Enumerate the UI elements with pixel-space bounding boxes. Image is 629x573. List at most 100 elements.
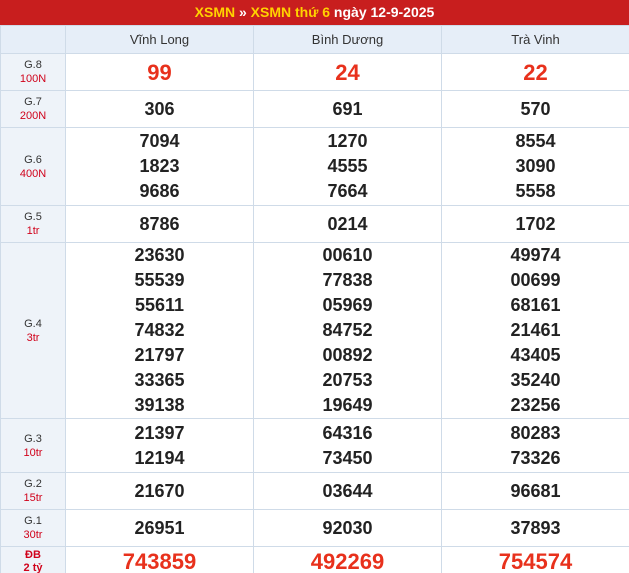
prize-row-g3: G.3 10tr 21397 12194 64316 73450 80283 73326 xyxy=(0,418,629,473)
prize-amount: 10tr xyxy=(23,446,43,459)
winning-number: 55611 xyxy=(134,295,185,315)
winning-number: 73450 xyxy=(322,447,373,468)
winning-number: 743859 xyxy=(122,549,197,573)
prize-cell-g1-1: 92030 xyxy=(253,509,442,547)
winning-number: 92030 xyxy=(322,517,373,538)
prize-label-g7: G.7 200N xyxy=(0,90,66,128)
prize-label-db: ĐB 2 tỷ xyxy=(0,546,66,573)
xsmn-link[interactable]: XSMN xyxy=(195,4,235,20)
winning-number: 00610 xyxy=(322,245,373,265)
prize-name: G.1 xyxy=(24,515,42,527)
winning-number: 20753 xyxy=(322,370,373,390)
winning-number: 26951 xyxy=(134,517,185,538)
winning-number: 19649 xyxy=(322,395,373,415)
prize-amount: 200N xyxy=(19,110,47,122)
winning-number: 39138 xyxy=(134,395,185,415)
prize-amount: 15tr xyxy=(23,492,43,504)
winning-number: 23630 xyxy=(134,245,185,265)
winning-number: 35240 xyxy=(510,370,561,390)
winning-number: 43405 xyxy=(510,345,561,365)
province-header-row: Vĩnh Long Bình Dương Trà Vinh xyxy=(0,25,629,54)
winning-number: 68161 xyxy=(510,295,561,315)
winning-number: 21397 xyxy=(134,422,185,443)
prize-cell-g1-0: 26951 xyxy=(65,509,254,547)
prize-cell-g6-1: 1270 4555 7664 xyxy=(253,127,442,206)
prize-name: G.5 xyxy=(24,211,42,223)
winning-number: 37893 xyxy=(510,517,561,538)
prize-row-g8: G.8 100N 99 24 22 xyxy=(0,53,629,91)
province-tra-vinh: Trà Vinh xyxy=(441,25,629,54)
winning-number: 49974 xyxy=(510,245,561,265)
winning-number: 23256 xyxy=(510,395,561,415)
prize-row-g6: G.6 400N 7094 1823 9686 1270 4555 7664 8554 3090 5… xyxy=(0,127,629,206)
winning-number: 05969 xyxy=(322,295,373,315)
winning-number: 24 xyxy=(335,59,360,85)
prize-cell-g7-2: 570 xyxy=(441,90,629,128)
winning-number: 754574 xyxy=(498,549,573,573)
prize-cell-g2-1: 03644 xyxy=(253,472,442,510)
prize-row-g7: G.7 200N 306 691 570 xyxy=(0,90,629,128)
winning-number: 1823 xyxy=(139,156,180,176)
province-binh-duong: Bình Dương xyxy=(253,25,442,54)
province-vinh-long: Vĩnh Long xyxy=(65,25,254,54)
prize-name: G.3 xyxy=(24,432,42,445)
prize-cell-g1-2: 37893 xyxy=(441,509,629,547)
prize-cell-g6-2: 8554 3090 5558 xyxy=(441,127,629,206)
prize-name: G.8 xyxy=(24,59,42,71)
results-table: Vĩnh Long Bình Dương Trà Vinh G.8 100N 99 2… xyxy=(0,25,629,573)
winning-number: 33365 xyxy=(134,370,185,390)
prize-cell-db-2: 754574 xyxy=(441,546,629,573)
winning-number: 21461 xyxy=(510,320,561,340)
prize-amount: 3tr xyxy=(26,331,40,344)
prize-name: G.4 xyxy=(24,317,42,330)
prize-cell-g5-2: 1702 xyxy=(441,205,629,243)
prize-label-g5: G.5 1tr xyxy=(0,205,66,243)
winning-number: 73326 xyxy=(510,447,561,468)
prize-cell-g8-0: 99 xyxy=(65,53,254,91)
winning-number: 306 xyxy=(144,98,175,119)
winning-number: 03644 xyxy=(322,480,373,501)
draw-date: ngày 12-9-2025 xyxy=(330,4,435,20)
prize-amount: 30tr xyxy=(23,529,43,541)
winning-number: 570 xyxy=(520,98,551,119)
prize-cell-g5-0: 8786 xyxy=(65,205,254,243)
winning-number: 84752 xyxy=(322,320,373,340)
winning-number: 64316 xyxy=(322,422,373,443)
winning-number: 4555 xyxy=(327,156,368,176)
winning-number: 1702 xyxy=(515,213,556,234)
winning-number: 77838 xyxy=(322,270,373,290)
prize-label-g8: G.8 100N xyxy=(0,53,66,91)
prize-cell-g3-1: 64316 73450 xyxy=(253,418,442,473)
prize-cell-g3-2: 80283 73326 xyxy=(441,418,629,473)
prize-cell-g2-0: 21670 xyxy=(65,472,254,510)
winning-number: 9686 xyxy=(139,181,180,201)
prize-name: G.2 xyxy=(24,478,42,490)
prize-cell-g4-0: 23630 55539 55611 74832 21797 33365 39138 xyxy=(65,242,254,419)
prize-row-g4: G.4 3tr 23630 55539 55611 74832 21797 33365 3913… xyxy=(0,242,629,419)
prize-cell-g3-0: 21397 12194 xyxy=(65,418,254,473)
prize-cell-g5-1: 0214 xyxy=(253,205,442,243)
winning-number: 7664 xyxy=(327,181,368,201)
prize-cell-g6-0: 7094 1823 9686 xyxy=(65,127,254,206)
prize-row-db: ĐB 2 tỷ 743859 492269 754574 xyxy=(0,546,629,573)
prize-label-g1: G.1 30tr xyxy=(0,509,66,547)
prize-amount: 1tr xyxy=(26,225,40,237)
prize-row-g2: G.2 15tr 21670 03644 96681 xyxy=(0,472,629,510)
prize-cell-g4-1: 00610 77838 05969 84752 00892 20753 19649 xyxy=(253,242,442,419)
winning-number: 1270 xyxy=(327,131,368,151)
winning-number: 96681 xyxy=(510,480,561,501)
prize-row-g5: G.5 1tr 8786 0214 1702 xyxy=(0,205,629,243)
prize-cell-g8-1: 24 xyxy=(253,53,442,91)
winning-number: 21670 xyxy=(134,480,185,501)
prize-rows: G.8 100N 99 24 22 G.7 200N 306 691 570 G.6 400N 7094… xyxy=(0,53,629,573)
prize-label-g3: G.3 10tr xyxy=(0,418,66,473)
prize-cell-db-0: 743859 xyxy=(65,546,254,573)
winning-number: 00699 xyxy=(510,270,561,290)
prize-row-g1: G.1 30tr 26951 92030 37893 xyxy=(0,509,629,547)
winning-number: 12194 xyxy=(134,447,185,468)
corner-cell xyxy=(0,25,66,54)
winning-number: 7094 xyxy=(139,131,180,151)
xsmn-friday-link[interactable]: XSMN thứ 6 xyxy=(251,4,330,20)
winning-number: 80283 xyxy=(510,422,561,443)
prize-cell-g2-2: 96681 xyxy=(441,472,629,510)
